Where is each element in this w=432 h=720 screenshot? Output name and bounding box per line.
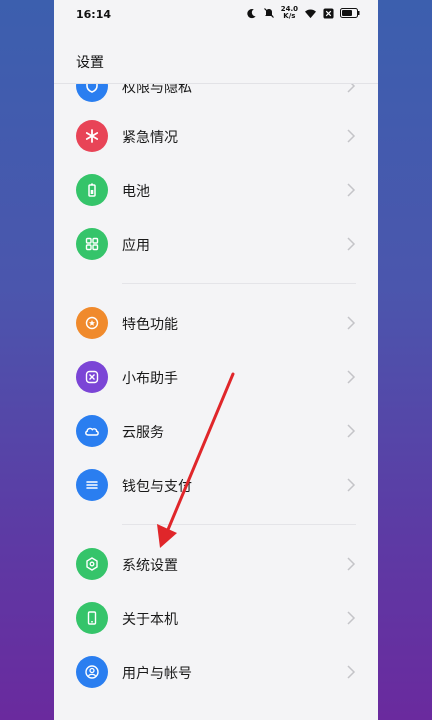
settings-list: 权限与隐私 紧急情况 电池 应用 特色功能 小布助手 云服务 钱包与支付 系统设…: [54, 0, 378, 720]
page-header: 设置: [54, 30, 378, 84]
battery-icon: [340, 8, 360, 18]
chevron-right-icon: [347, 478, 356, 492]
network-speed: 24.0 K/s: [281, 6, 298, 20]
chevron-right-icon: [347, 370, 356, 384]
status-icons: 24.0 K/s: [246, 6, 360, 20]
sim-off-icon: [323, 7, 334, 19]
moon-icon: [247, 8, 256, 18]
settings-item-emergency[interactable]: 紧急情况: [54, 110, 378, 164]
chevron-right-icon: [347, 424, 356, 438]
assistant-icon: [76, 361, 108, 393]
settings-item-apps[interactable]: 应用: [54, 218, 378, 272]
chevron-right-icon: [347, 129, 356, 143]
settings-item-label: 用户与帐号: [122, 666, 192, 682]
settings-item-assistant[interactable]: 小布助手: [54, 351, 378, 405]
settings-item-label: 钱包与支付: [122, 479, 192, 495]
section-divider: [122, 524, 356, 525]
settings-item-features[interactable]: 特色功能: [54, 297, 378, 351]
cloud-icon: [76, 415, 108, 447]
settings-item-label: 小布助手: [122, 371, 178, 387]
mute-icon: [263, 8, 274, 18]
settings-item-label: 紧急情况: [122, 130, 178, 146]
grid-icon: [76, 228, 108, 260]
asterisk-icon: [76, 120, 108, 152]
settings-item-label: 电池: [122, 184, 150, 200]
settings-item-wallet[interactable]: 钱包与支付: [54, 459, 378, 513]
wallet-icon: [76, 469, 108, 501]
settings-item-system[interactable]: 系统设置: [54, 538, 378, 592]
settings-item-label: 关于本机: [122, 612, 178, 628]
user-icon: [76, 656, 108, 688]
hexagon-icon: [76, 548, 108, 580]
net-speed-unit: K/s: [283, 12, 296, 20]
settings-item-battery[interactable]: 电池: [54, 164, 378, 218]
chevron-right-icon: [347, 316, 356, 330]
chevron-right-icon: [347, 237, 356, 251]
header-divider: [54, 83, 378, 84]
settings-item-label: 系统设置: [122, 558, 178, 574]
settings-item-about[interactable]: 关于本机: [54, 592, 378, 646]
status-bar: 16:14 24.0 K/s: [54, 0, 378, 30]
phone-screen: 权限与隐私 紧急情况 电池 应用 特色功能 小布助手 云服务 钱包与支付 系统设…: [54, 0, 378, 720]
star-icon: [76, 307, 108, 339]
settings-item-label: 应用: [122, 238, 150, 254]
chevron-right-icon: [347, 611, 356, 625]
battery-icon: [76, 174, 108, 206]
settings-item-accounts[interactable]: 用户与帐号: [54, 646, 378, 700]
phone-icon: [76, 602, 108, 634]
page-title: 设置: [76, 55, 104, 71]
settings-item-cloud[interactable]: 云服务: [54, 405, 378, 459]
wifi-icon: [305, 8, 316, 18]
chevron-right-icon: [347, 183, 356, 197]
section-divider: [122, 283, 356, 284]
chevron-right-icon: [347, 557, 356, 571]
settings-item-label: 云服务: [122, 425, 164, 441]
settings-item-label: 特色功能: [122, 317, 178, 333]
status-time: 16:14: [76, 8, 112, 21]
chevron-right-icon: [347, 665, 356, 679]
